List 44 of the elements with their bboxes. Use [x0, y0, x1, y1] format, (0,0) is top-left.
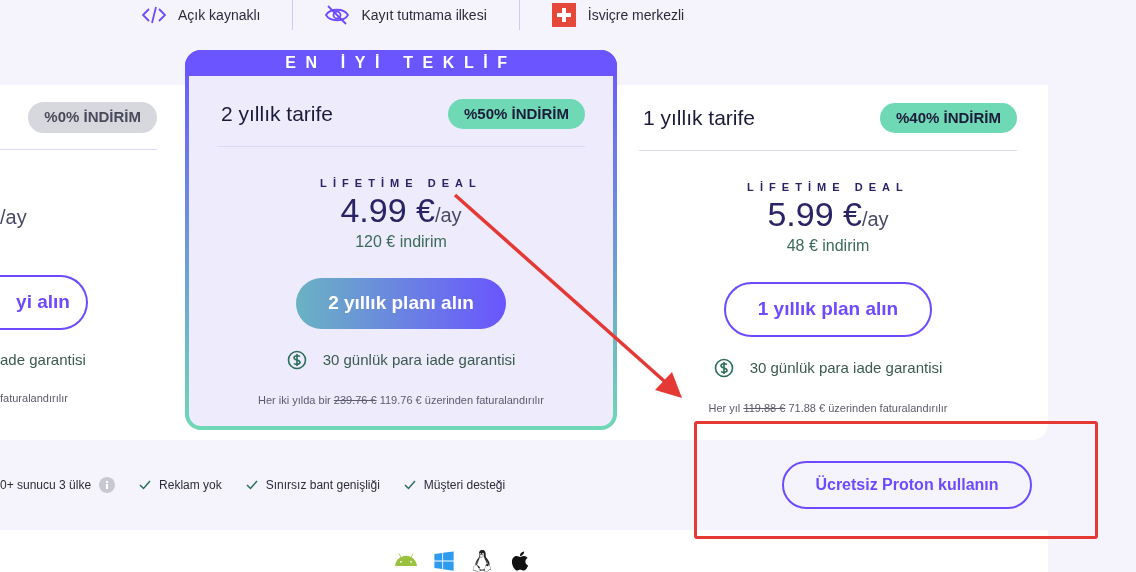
best-offer-ribbon: EN İYİ TEKLİF	[185, 50, 617, 76]
billing-note: Her yıl 119.88 € 71.88 € üzerinden faturalandırılır	[708, 400, 948, 416]
price: 4.99 €	[340, 191, 435, 229]
perk-label: Reklam yok	[159, 477, 222, 494]
discount-badge: %50% İNDİRİM	[447, 98, 585, 129]
price-unit: /ay	[0, 204, 27, 230]
info-icon[interactable]	[99, 477, 116, 493]
dollar-coin-icon	[286, 350, 307, 371]
guarantee-text: 30 günlük para iade garantisi	[322, 350, 516, 370]
guarantee-text: 30 günlük para iade garantisi	[749, 358, 943, 378]
savings-text: 120 € indirim	[355, 232, 447, 252]
buy-plan-button[interactable]: yi alın	[0, 274, 88, 330]
price: 5.99 €	[767, 195, 862, 233]
savings-text: 48 € indirim	[786, 236, 870, 256]
free-plan-button[interactable]: Ücretsiz Proton kullanın	[782, 461, 1032, 509]
buy-plan-button[interactable]: 1 yıllık plan alın	[723, 282, 933, 337]
billing-note: Her iki yılda bir 239.76 € 119.76 € üzerinden faturalandırılır	[258, 392, 544, 408]
apple-icon[interactable]	[509, 550, 531, 572]
perk-label: Müşteri desteği	[423, 477, 506, 494]
billing-note: faturalandırılır	[0, 391, 68, 406]
feature-label: Kayıt tutmama ilkesi	[361, 5, 487, 25]
price-unit: /ay	[434, 204, 462, 228]
discount-badge: %0% İNDİRİM	[28, 102, 157, 133]
check-icon	[245, 480, 258, 490]
deal-label: LİFETİME DEAL	[320, 175, 482, 191]
dollar-coin-icon	[713, 358, 734, 379]
perk-label: Sınırsız bant genişliği	[265, 477, 380, 494]
plan-title: 1 yıllık tarife	[642, 105, 756, 131]
code-icon	[142, 5, 166, 25]
eye-slash-icon	[325, 5, 350, 25]
buy-plan-button[interactable]: 2 yıllık planı alın	[296, 278, 506, 329]
feature-label: İsviçre merkezli	[587, 5, 685, 25]
check-icon	[139, 480, 152, 490]
guarantee-text: ade garantisi	[0, 349, 86, 370]
windows-icon[interactable]	[433, 550, 455, 572]
feature-label: Açık kaynaklı	[178, 5, 261, 25]
plan-title: 2 yıllık tarife	[220, 101, 334, 127]
discount-badge: %40% İNDİRİM	[879, 102, 1017, 133]
price-unit: /ay	[861, 208, 889, 232]
deal-label: LİFETİME DEAL	[747, 179, 909, 195]
check-icon	[403, 480, 416, 490]
swiss-flag-icon	[551, 3, 576, 27]
perk-label: 0+ sunucu 3 ülke	[0, 477, 92, 494]
penguin-icon[interactable]	[471, 550, 493, 572]
